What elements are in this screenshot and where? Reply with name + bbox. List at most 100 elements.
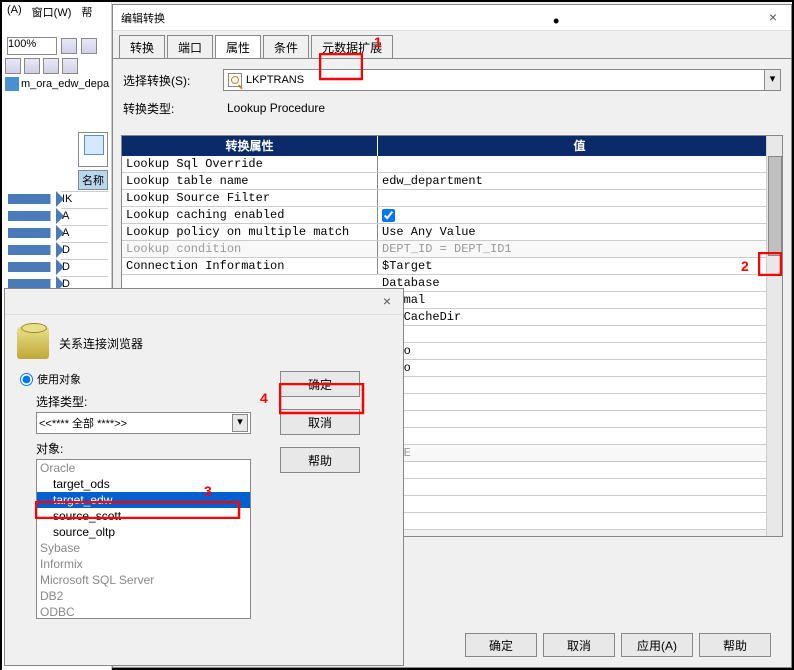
chevron-down-icon[interactable]: ▾: [232, 414, 248, 432]
attr-cell: Lookup Source Filter: [122, 190, 378, 206]
toolbar-icon[interactable]: [43, 58, 59, 74]
list-item: Sybase: [37, 540, 250, 556]
subdlg-help-button[interactable]: 帮助: [280, 447, 360, 473]
dialog-title: 编辑转换: [121, 10, 165, 26]
value-cell[interactable]: DEPT_ID = DEPT_ID1: [378, 241, 782, 257]
annotation-box-4: [279, 383, 365, 415]
value-cell[interactable]: [378, 496, 782, 512]
toolbar-icon[interactable]: [24, 58, 40, 74]
grid-row[interactable]: Lookup Source Filter: [122, 190, 782, 207]
dialog-help-button[interactable]: 帮助: [699, 633, 771, 657]
menu-item[interactable]: 窗口(W): [32, 4, 72, 18]
value-cell[interactable]: Database: [378, 275, 782, 291]
tab-2[interactable]: 属性: [215, 35, 261, 58]
list-item[interactable]: target_ods: [37, 476, 250, 492]
trans-type-label: 转换类型:: [123, 100, 223, 117]
diagram-link: D: [8, 241, 108, 258]
value-cell[interactable]: edw_department: [378, 173, 782, 189]
select-trans-combo[interactable]: LKPTRANS ▾: [223, 69, 781, 91]
diagram-link: A: [8, 207, 108, 224]
value-cell[interactable]: $Target↓: [378, 258, 782, 274]
select-trans-label: 选择转换(S):: [123, 72, 223, 89]
tab-1[interactable]: 端口: [167, 35, 213, 58]
close-icon[interactable]: ×: [377, 292, 397, 312]
grid-row[interactable]: Connection Information$Target↓: [122, 258, 782, 275]
value-cell[interactable]: [378, 462, 782, 478]
annotation-3: 3: [204, 483, 212, 499]
close-icon[interactable]: ×: [763, 8, 783, 28]
annotation-4: 4: [260, 390, 268, 406]
scroll-thumb[interactable]: [768, 156, 782, 256]
list-item: Informix: [37, 556, 250, 572]
value-cell[interactable]: [378, 411, 782, 427]
grid-row[interactable]: Lookup conditionDEPT_ID = DEPT_ID1: [122, 241, 782, 258]
grid-row[interactable]: Lookup table nameedw_department: [122, 173, 782, 190]
grid-row[interactable]: Lookup Sql Override: [122, 156, 782, 173]
dialog-apply-button[interactable]: 应用(A): [621, 633, 693, 657]
value-cell[interactable]: Use Any Value: [378, 224, 782, 240]
value-cell[interactable]: [378, 394, 782, 410]
menu-item[interactable]: (A): [7, 4, 22, 18]
scrollbar[interactable]: [766, 136, 782, 536]
radio-input[interactable]: [20, 373, 33, 386]
value-cell[interactable]: TRUE: [378, 445, 782, 461]
grid-row[interactable]: Lookup policy on multiple matchUse Any V…: [122, 224, 782, 241]
attr-cell: Lookup caching enabled: [122, 207, 378, 223]
arrow-icon: [8, 211, 58, 221]
tab-row: 转换端口属性条件元数据扩展: [113, 31, 791, 59]
dialog-cancel-button[interactable]: 取消: [543, 633, 615, 657]
tree-item[interactable]: m_ora_edw_depa: [5, 76, 110, 92]
object-list[interactable]: Oracletarget_odstarget_edwsource_scottso…: [36, 459, 251, 619]
port-label: A: [61, 208, 108, 223]
arrow-icon: [8, 279, 58, 289]
menu-item[interactable]: 帮: [81, 4, 92, 18]
value-cell[interactable]: Normal: [378, 292, 782, 308]
value-cell[interactable]: [378, 326, 782, 342]
arrow-icon: [8, 194, 58, 204]
tab-3[interactable]: 条件: [263, 35, 309, 58]
value-cell[interactable]: [378, 207, 782, 223]
value-cell[interactable]: [378, 190, 782, 206]
toolbar-icon[interactable]: [81, 38, 97, 54]
bg-tree: m_ora_edw_depa: [5, 58, 110, 108]
list-item[interactable]: source_oltp: [37, 524, 250, 540]
chevron-down-icon[interactable]: ▾: [764, 70, 780, 90]
value-cell[interactable]: $PMCacheDir: [378, 309, 782, 325]
dialog-buttons: 确定取消应用(A)帮助: [465, 633, 771, 657]
port-label: D: [61, 242, 108, 257]
list-item: Oracle: [37, 460, 250, 476]
value-cell[interactable]: Auto: [378, 343, 782, 359]
arrow-icon: [8, 245, 58, 255]
grid-row[interactable]: Lookup caching enabled: [122, 207, 782, 224]
subdlg-header: 关系连接浏览器: [5, 315, 403, 371]
attr-cell: Lookup condition: [122, 241, 378, 257]
dialog-ok-button[interactable]: 确定: [465, 633, 537, 657]
value-cell[interactable]: [378, 479, 782, 495]
mapping-icon: [5, 77, 19, 91]
value-cell[interactable]: [378, 377, 782, 393]
value-cell[interactable]: [378, 428, 782, 444]
toolbar-icon[interactable]: [61, 38, 77, 54]
zoom-select[interactable]: 100%: [7, 37, 57, 55]
value-cell[interactable]: Auto: [378, 360, 782, 376]
checkbox-input[interactable]: [382, 209, 395, 222]
attr-cell: Lookup Sql Override: [122, 156, 378, 172]
trans-type-value: Lookup Procedure: [223, 97, 781, 119]
value-cell[interactable]: [378, 513, 782, 529]
source-icon: [84, 135, 104, 155]
annotation-2: 2: [741, 258, 749, 274]
tab-0[interactable]: 转换: [119, 35, 165, 58]
form-area: 选择转换(S): LKPTRANS ▾ 转换类型: Lookup Procedu…: [113, 59, 791, 135]
bg-toolbar: 100%: [7, 37, 97, 55]
toolbar-icon[interactable]: [62, 58, 78, 74]
arrow-icon: [8, 228, 58, 238]
diagram-link: IK: [8, 190, 108, 207]
list-item: Microsoft SQL Server: [37, 572, 250, 588]
type-select[interactable]: <<**** 全部 ****>> ▾: [36, 412, 251, 434]
value-cell[interactable]: [378, 156, 782, 172]
diagram-link: D: [8, 258, 108, 275]
list-item: ODBC: [37, 604, 250, 619]
toolbar-icon[interactable]: [5, 58, 21, 74]
dot-icon: •: [553, 11, 559, 32]
diagram-node[interactable]: [78, 132, 108, 167]
